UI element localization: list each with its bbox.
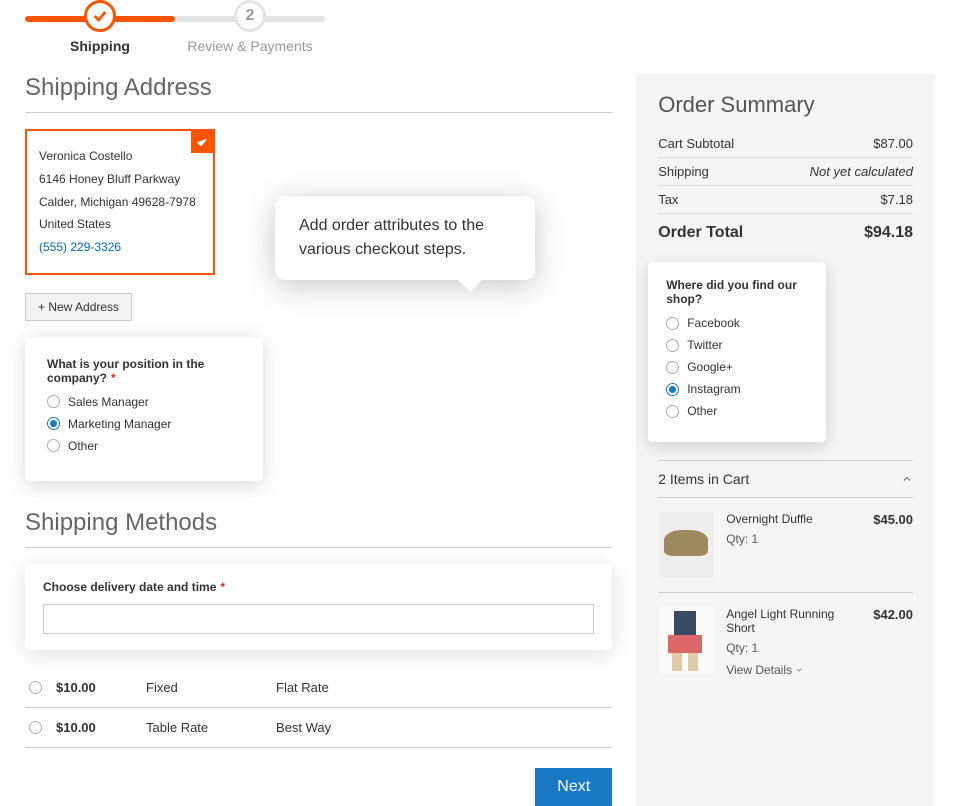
view-details-link[interactable]: View Details [726, 663, 861, 677]
shipping-method-row[interactable]: $10.00 Fixed Flat Rate [25, 668, 612, 708]
shipping-value: Not yet calculated [810, 164, 913, 179]
checkout-progress: Shipping 2 Review & Payments [25, 0, 325, 54]
address-city: Calder, Michigan 49628-7978 [39, 191, 201, 214]
next-button[interactable]: Next [535, 768, 612, 806]
delivery-date-input[interactable] [43, 604, 594, 634]
cart-items-label: 2 Items in Cart [658, 471, 749, 487]
cart-items-toggle[interactable]: 2 Items in Cart [658, 460, 913, 498]
cart-item: Overnight Duffle Qty: 1 $45.00 [658, 498, 913, 593]
survey-option[interactable]: Instagram [666, 382, 808, 396]
order-summary-title: Order Summary [658, 92, 913, 118]
progress-step-shipping[interactable] [84, 0, 116, 32]
page-title: Shipping Address [25, 74, 612, 102]
address-card[interactable]: Veronica Costello 6146 Honey Bluff Parkw… [25, 129, 215, 275]
method-type: Fixed [146, 680, 276, 695]
checkmark-icon [92, 8, 108, 24]
item-name: Angel Light Running Short [726, 607, 861, 635]
progress-label-review: Review & Payments [187, 38, 312, 54]
tooltip-bubble: Add order attributes to the various chec… [275, 196, 535, 280]
method-price: $10.00 [56, 720, 146, 735]
radio-icon [47, 395, 60, 408]
method-name: Best Way [276, 720, 608, 735]
option-label: Google+ [687, 360, 733, 374]
survey-label: Where did you find our shop? [666, 278, 808, 306]
item-qty: Qty: 1 [726, 641, 861, 655]
option-label: Other [687, 404, 717, 418]
delivery-date-card: Choose delivery date and time* [25, 564, 612, 650]
chevron-down-icon [795, 666, 803, 674]
item-price: $42.00 [873, 607, 913, 677]
item-price: $45.00 [873, 512, 913, 578]
order-summary: Order Summary Cart Subtotal $87.00 Shippi… [636, 74, 935, 806]
selected-check-icon [191, 131, 213, 153]
method-name: Flat Rate [276, 680, 608, 695]
delivery-date-label: Choose delivery date and time* [43, 580, 594, 594]
radio-icon [29, 721, 42, 734]
radio-icon [666, 405, 679, 418]
option-label: Instagram [687, 382, 740, 396]
chevron-up-icon [901, 473, 913, 485]
radio-icon [47, 439, 60, 452]
survey-card: Where did you find our shop? Facebook Twi… [648, 262, 826, 442]
option-label: Facebook [687, 316, 740, 330]
option-label: Sales Manager [68, 395, 149, 409]
shipping-methods-title: Shipping Methods [25, 509, 612, 537]
total-value: $94.18 [864, 224, 913, 242]
radio-icon [29, 681, 42, 694]
radio-icon [666, 317, 679, 330]
radio-icon [666, 339, 679, 352]
radio-icon [47, 417, 60, 430]
method-type: Table Rate [146, 720, 276, 735]
option-label: Marketing Manager [68, 417, 171, 431]
address-street: 6146 Honey Bluff Parkway [39, 168, 201, 191]
new-address-button[interactable]: + New Address [25, 293, 132, 321]
tax-label: Tax [658, 192, 678, 207]
survey-option[interactable]: Other [666, 404, 808, 418]
progress-step-review[interactable]: 2 [234, 0, 266, 32]
option-label: Twitter [687, 338, 722, 352]
cart-item: Angel Light Running Short Qty: 1 View De… [658, 593, 913, 691]
address-phone[interactable]: (555) 229-3326 [39, 236, 201, 259]
shipping-label: Shipping [658, 164, 709, 179]
radio-icon [666, 361, 679, 374]
radio-icon [666, 383, 679, 396]
subtotal-label: Cart Subtotal [658, 136, 734, 151]
position-option[interactable]: Other [47, 439, 241, 453]
progress-label-shipping: Shipping [70, 38, 130, 54]
total-label: Order Total [658, 224, 743, 242]
shipping-method-row[interactable]: $10.00 Table Rate Best Way [25, 708, 612, 748]
option-label: Other [68, 439, 98, 453]
method-price: $10.00 [56, 680, 146, 695]
survey-option[interactable]: Google+ [666, 360, 808, 374]
position-option[interactable]: Sales Manager [47, 395, 241, 409]
subtotal-value: $87.00 [873, 136, 913, 151]
address-name: Veronica Costello [39, 145, 201, 168]
position-question-card: What is your position in the company?* S… [25, 337, 263, 481]
item-thumbnail [658, 512, 714, 578]
survey-option[interactable]: Twitter [666, 338, 808, 352]
tax-value: $7.18 [880, 192, 913, 207]
item-thumbnail [658, 607, 714, 673]
survey-option[interactable]: Facebook [666, 316, 808, 330]
position-question-label: What is your position in the company?* [47, 357, 241, 385]
position-option[interactable]: Marketing Manager [47, 417, 241, 431]
item-qty: Qty: 1 [726, 532, 861, 546]
address-country: United States [39, 213, 201, 236]
item-name: Overnight Duffle [726, 512, 861, 526]
